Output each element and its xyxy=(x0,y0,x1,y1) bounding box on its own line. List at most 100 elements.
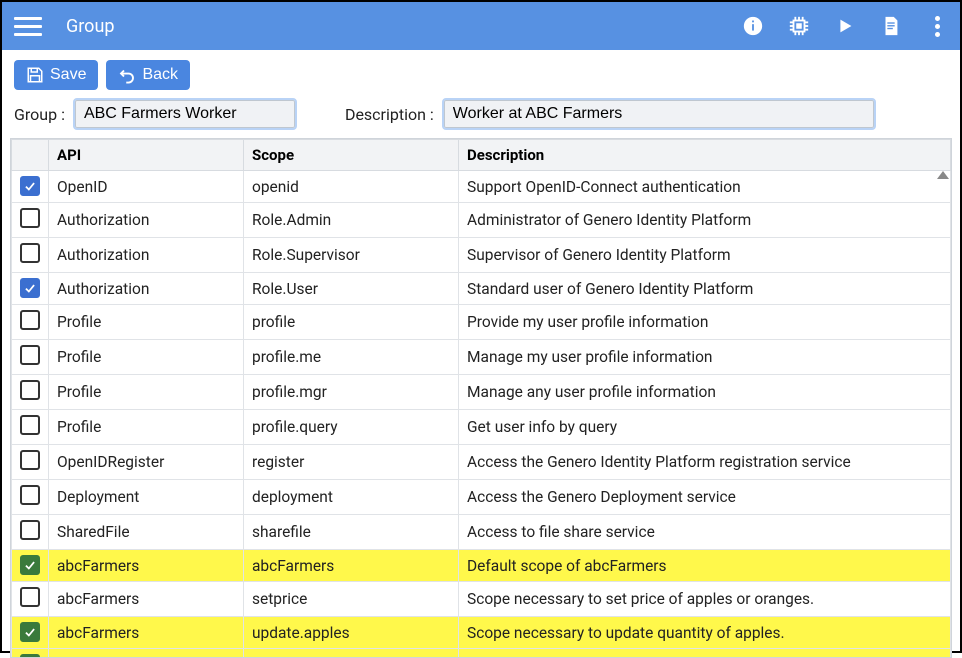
table-header-row: API Scope Description xyxy=(12,140,951,171)
cell-api: Profile xyxy=(49,340,244,375)
table-row[interactable]: Profileprofile.mgrManage any user profil… xyxy=(12,375,951,410)
chip-icon[interactable] xyxy=(788,15,810,37)
row-checkbox[interactable] xyxy=(20,587,40,607)
col-header-check[interactable] xyxy=(12,140,49,171)
cell-desc: Provide my user profile information xyxy=(459,305,951,340)
table-row[interactable]: abcFarmersupdate.applesScope necessary t… xyxy=(12,617,951,649)
description-label: Description : xyxy=(345,105,434,124)
cell-scope: profile.me xyxy=(244,340,459,375)
menu-icon[interactable] xyxy=(14,12,42,40)
cell-scope: openid xyxy=(244,171,459,203)
scroll-up-icon[interactable] xyxy=(937,171,949,179)
table-row[interactable]: AuthorizationRole.AdminAdministrator of … xyxy=(12,203,951,238)
back-label: Back xyxy=(142,66,178,84)
cell-scope: profile.mgr xyxy=(244,375,459,410)
group-label: Group : xyxy=(14,105,65,124)
group-input[interactable] xyxy=(75,100,295,128)
cell-api: Authorization xyxy=(49,203,244,238)
cell-scope: Role.User xyxy=(244,273,459,305)
cell-scope: deployment xyxy=(244,480,459,515)
cell-desc: Scope necessary to update quantity of or… xyxy=(459,649,951,658)
row-checkbox[interactable] xyxy=(20,450,40,470)
cell-desc: Manage any user profile information xyxy=(459,375,951,410)
document-icon[interactable] xyxy=(880,15,902,37)
back-button[interactable]: Back xyxy=(106,60,190,90)
table-row[interactable]: DeploymentdeploymentAccess the Genero De… xyxy=(12,480,951,515)
cell-api: Profile xyxy=(49,305,244,340)
cell-desc: Administrator of Genero Identity Platfor… xyxy=(459,203,951,238)
cell-api: Deployment xyxy=(49,480,244,515)
row-checkbox[interactable] xyxy=(20,176,40,196)
cell-desc: Access the Genero Deployment service xyxy=(459,480,951,515)
cell-scope: update.apples xyxy=(244,617,459,649)
row-checkbox[interactable] xyxy=(20,345,40,365)
col-header-desc[interactable]: Description xyxy=(459,140,951,171)
cell-desc: Scope necessary to set price of apples o… xyxy=(459,582,951,617)
cell-api: Authorization xyxy=(49,273,244,305)
cell-scope: Role.Admin xyxy=(244,203,459,238)
topbar: Group xyxy=(2,2,960,50)
table-row[interactable]: AuthorizationRole.UserStandard user of G… xyxy=(12,273,951,305)
col-header-api[interactable]: API xyxy=(49,140,244,171)
table-row[interactable]: abcFarmersupdate.orangesScope necessary … xyxy=(12,649,951,658)
more-icon[interactable] xyxy=(926,15,948,37)
row-checkbox[interactable] xyxy=(20,415,40,435)
cell-api: OpenIDRegister xyxy=(49,445,244,480)
table-row[interactable]: OpenIDRegisterregisterAccess the Genero … xyxy=(12,445,951,480)
cell-scope: sharefile xyxy=(244,515,459,550)
info-icon[interactable] xyxy=(742,15,764,37)
description-input[interactable] xyxy=(444,100,874,128)
cell-api: OpenID xyxy=(49,171,244,203)
cell-desc: Access to file share service xyxy=(459,515,951,550)
cell-scope: Role.Supervisor xyxy=(244,238,459,273)
page-title: Group xyxy=(66,16,742,37)
table-row[interactable]: OpenIDopenidSupport OpenID-Connect authe… xyxy=(12,171,951,203)
cell-api: Profile xyxy=(49,410,244,445)
cell-scope: register xyxy=(244,445,459,480)
table-row[interactable]: SharedFilesharefileAccess to file share … xyxy=(12,515,951,550)
row-checkbox[interactable] xyxy=(20,310,40,330)
table-row[interactable]: abcFarmersabcFarmersDefault scope of abc… xyxy=(12,550,951,582)
save-label: Save xyxy=(50,66,86,84)
row-checkbox[interactable] xyxy=(20,208,40,228)
table-row[interactable]: AuthorizationRole.SupervisorSupervisor o… xyxy=(12,238,951,273)
cell-desc: Default scope of abcFarmers xyxy=(459,550,951,582)
row-checkbox[interactable] xyxy=(20,622,40,642)
cell-api: abcFarmers xyxy=(49,617,244,649)
cell-desc: Scope necessary to update quantity of ap… xyxy=(459,617,951,649)
cell-desc: Standard user of Genero Identity Platfor… xyxy=(459,273,951,305)
row-checkbox[interactable] xyxy=(20,555,40,575)
save-icon xyxy=(26,66,44,84)
cell-scope: abcFarmers xyxy=(244,550,459,582)
cell-api: SharedFile xyxy=(49,515,244,550)
cell-scope: profile.query xyxy=(244,410,459,445)
toolbar: Save Back xyxy=(2,50,960,96)
topbar-actions xyxy=(742,15,948,37)
row-checkbox[interactable] xyxy=(20,485,40,505)
row-checkbox[interactable] xyxy=(20,654,40,658)
cell-api: abcFarmers xyxy=(49,582,244,617)
table-row[interactable]: ProfileprofileProvide my user profile in… xyxy=(12,305,951,340)
cell-api: Authorization xyxy=(49,238,244,273)
form-row: Group : Description : xyxy=(2,96,960,138)
col-header-scope[interactable]: Scope xyxy=(244,140,459,171)
cell-desc: Support OpenID-Connect authentication xyxy=(459,171,951,203)
table-row[interactable]: Profileprofile.meManage my user profile … xyxy=(12,340,951,375)
row-checkbox[interactable] xyxy=(20,243,40,263)
row-checkbox[interactable] xyxy=(20,520,40,540)
cell-api: abcFarmers xyxy=(49,649,244,658)
table-row[interactable]: Profileprofile.queryGet user info by que… xyxy=(12,410,951,445)
cell-desc: Supervisor of Genero Identity Platform xyxy=(459,238,951,273)
cell-scope: profile xyxy=(244,305,459,340)
cell-scope: update.oranges xyxy=(244,649,459,658)
row-checkbox[interactable] xyxy=(20,278,40,298)
save-button[interactable]: Save xyxy=(14,60,98,90)
cell-desc: Get user info by query xyxy=(459,410,951,445)
cell-desc: Access the Genero Identity Platform regi… xyxy=(459,445,951,480)
undo-icon xyxy=(118,66,136,84)
row-checkbox[interactable] xyxy=(20,380,40,400)
table-row[interactable]: abcFarmerssetpriceScope necessary to set… xyxy=(12,582,951,617)
scopes-grid: API Scope Description OpenIDopenidSuppor… xyxy=(10,138,952,658)
play-icon[interactable] xyxy=(834,15,856,37)
cell-desc: Manage my user profile information xyxy=(459,340,951,375)
